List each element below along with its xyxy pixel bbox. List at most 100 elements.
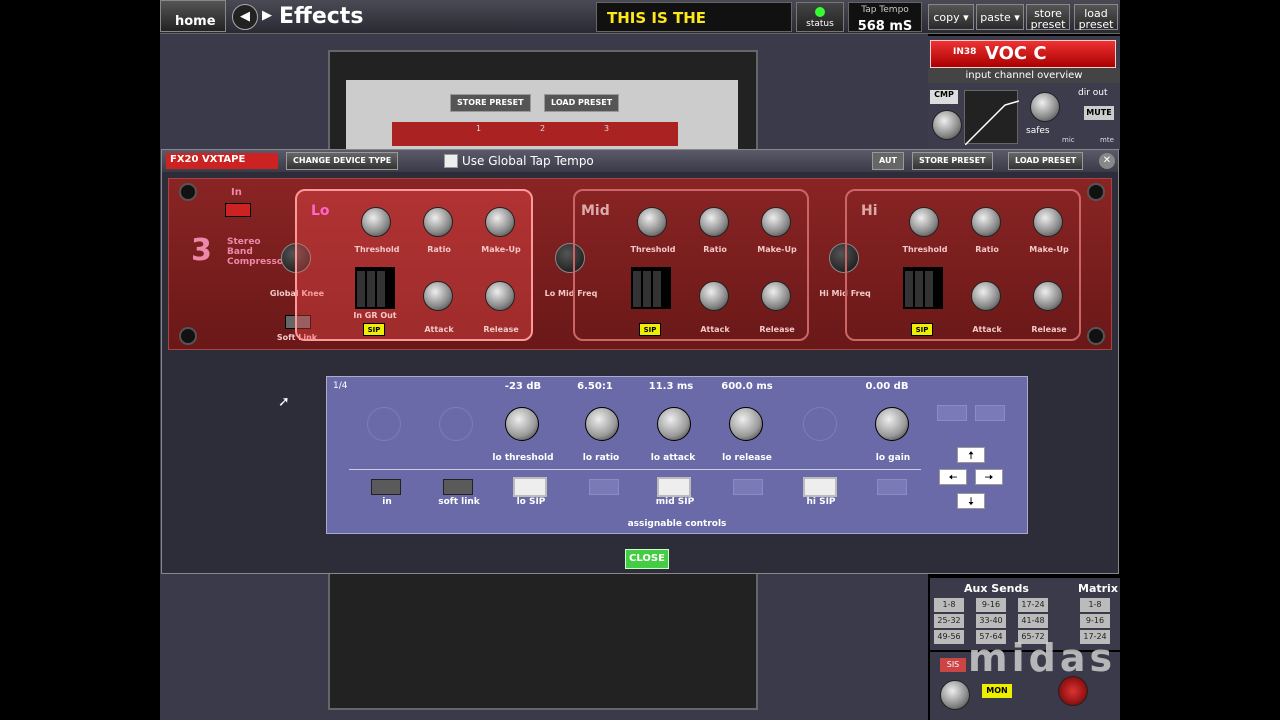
aut-button[interactable]: AUT bbox=[872, 152, 904, 170]
mute-button[interactable]: MUTE bbox=[1084, 106, 1114, 120]
gain-knob[interactable] bbox=[940, 680, 970, 710]
ratio-label: Ratio bbox=[975, 245, 999, 254]
meter-label: In GR Out bbox=[353, 311, 397, 320]
aux-send-1-8[interactable]: 1-8 bbox=[934, 598, 964, 612]
aux-send-9-16[interactable]: 9-16 bbox=[976, 598, 1006, 612]
right-arrow-icon[interactable]: 🠆 bbox=[975, 469, 1003, 485]
status-button[interactable]: status bbox=[796, 2, 844, 32]
aux-send-49-56[interactable]: 49-56 bbox=[934, 630, 964, 644]
load-preset-button[interactable]: load preset bbox=[1074, 4, 1118, 30]
mte-safe-label[interactable]: mte bbox=[1100, 136, 1114, 144]
aux-send-17-24[interactable]: 17-24 bbox=[1018, 598, 1048, 612]
mid-makeup-knob[interactable] bbox=[761, 207, 791, 237]
close-button[interactable]: CLOSE bbox=[625, 549, 669, 569]
lo-attack-knob[interactable] bbox=[423, 281, 453, 311]
mid-threshold-knob[interactable] bbox=[637, 207, 667, 237]
mid-release-knob[interactable] bbox=[761, 281, 791, 311]
lo-release-value: 600.0 ms bbox=[721, 381, 773, 392]
in-toggle[interactable] bbox=[371, 479, 401, 495]
lo-gain-label: lo gain bbox=[875, 453, 911, 463]
page-indicator: 1/4 bbox=[333, 381, 348, 391]
mic-safe-label[interactable]: mic bbox=[1062, 136, 1075, 144]
lo-makeup-knob[interactable] bbox=[485, 207, 515, 237]
hi-sip-label: hi SIP bbox=[806, 497, 836, 507]
compressor-graph bbox=[964, 90, 1020, 146]
lo-sip-toggle[interactable] bbox=[513, 477, 547, 497]
lo-sip-button[interactable]: SIP bbox=[363, 323, 385, 336]
matrix-1-8[interactable]: 1-8 bbox=[1080, 598, 1110, 612]
dir-out-knob[interactable] bbox=[1030, 92, 1060, 122]
mid-sip-button[interactable]: SIP bbox=[639, 323, 661, 336]
global-tap-checkbox[interactable] bbox=[444, 154, 458, 168]
sis-button[interactable]: SIS bbox=[940, 658, 966, 672]
rack-slots: 1 2 3 bbox=[392, 122, 678, 146]
copy-button[interactable]: copy ▾ bbox=[928, 4, 974, 30]
in-button[interactable] bbox=[225, 203, 251, 217]
fx-store-preset-button[interactable]: STORE PRESET bbox=[912, 152, 993, 170]
lo-attack-knob[interactable] bbox=[657, 407, 691, 441]
channel-name-strip[interactable]: IN38 VOC C bbox=[930, 40, 1116, 68]
rack-load-preset-button[interactable]: LOAD PRESET bbox=[544, 94, 620, 112]
rack-slot-2[interactable]: 2 bbox=[540, 124, 545, 133]
hi-makeup-knob[interactable] bbox=[1033, 207, 1063, 237]
empty-button bbox=[589, 479, 619, 495]
mid-attack-knob[interactable] bbox=[699, 281, 729, 311]
cmp-button[interactable]: CMP bbox=[930, 90, 958, 104]
ratio-label: Ratio bbox=[427, 245, 451, 254]
rack-store-preset-button[interactable]: STORE PRESET bbox=[450, 94, 531, 112]
matrix-9-16[interactable]: 9-16 bbox=[1080, 614, 1110, 628]
fx-name[interactable]: FX20 VXTAPE bbox=[166, 153, 278, 169]
aux-send-33-40[interactable]: 33-40 bbox=[976, 614, 1006, 628]
soft-link-toggle[interactable] bbox=[443, 479, 473, 495]
page-title: Effects bbox=[279, 4, 364, 29]
aux-send-25-32[interactable]: 25-32 bbox=[934, 614, 964, 628]
mon-button[interactable]: MON bbox=[982, 684, 1012, 698]
hi-release-knob[interactable] bbox=[1033, 281, 1063, 311]
lo-release-knob[interactable] bbox=[729, 407, 763, 441]
aux-send-41-48[interactable]: 41-48 bbox=[1018, 614, 1048, 628]
mouse-cursor-icon: ➚ bbox=[278, 394, 290, 410]
lo-threshold-value: -23 dB bbox=[504, 381, 542, 392]
hi-attack-knob[interactable] bbox=[971, 281, 1001, 311]
hi-sip-button[interactable]: SIP bbox=[911, 323, 933, 336]
lo-ratio-value: 6.50:1 bbox=[577, 381, 613, 392]
rack-slot-3[interactable]: 3 bbox=[604, 124, 609, 133]
lo-release-knob[interactable] bbox=[485, 281, 515, 311]
tap-tempo-display[interactable]: Tap Tempo 568 mS bbox=[848, 2, 922, 34]
home-button[interactable]: home bbox=[160, 0, 226, 32]
dir-out-label: dir out bbox=[1078, 88, 1108, 98]
fx-load-preset-button[interactable]: LOAD PRESET bbox=[1008, 152, 1084, 170]
lo-threshold-knob[interactable] bbox=[361, 207, 391, 237]
lo-ratio-knob[interactable] bbox=[585, 407, 619, 441]
change-device-type-button[interactable]: CHANGE DEVICE TYPE bbox=[286, 152, 399, 170]
lo-ratio-knob[interactable] bbox=[423, 207, 453, 237]
threshold-label: Threshold bbox=[630, 245, 676, 254]
screw-icon bbox=[1087, 327, 1105, 345]
level-knob[interactable] bbox=[1058, 676, 1088, 706]
empty-button bbox=[975, 405, 1005, 421]
global-tap-label: Use Global Tap Tempo bbox=[462, 154, 594, 168]
divider bbox=[349, 469, 921, 470]
paste-button[interactable]: paste ▾ bbox=[976, 4, 1024, 30]
threshold-label: Threshold bbox=[902, 245, 948, 254]
hi-ratio-knob[interactable] bbox=[971, 207, 1001, 237]
close-icon[interactable]: ✕ bbox=[1099, 153, 1115, 169]
channel-overview-label: input channel overview bbox=[928, 68, 1120, 83]
release-label: Release bbox=[483, 325, 519, 334]
left-arrow-icon[interactable]: 🠄 bbox=[939, 469, 967, 485]
lo-threshold-label: lo threshold bbox=[492, 453, 554, 463]
mid-band: Mid Threshold Ratio Make-Up SIP Attack R… bbox=[573, 189, 809, 341]
lo-gain-knob[interactable] bbox=[875, 407, 909, 441]
store-preset-button[interactable]: store preset bbox=[1026, 4, 1070, 30]
up-arrow-icon[interactable]: 🠅 bbox=[957, 447, 985, 463]
down-arrow-icon[interactable]: 🠇 bbox=[957, 493, 985, 509]
hi-sip-toggle[interactable] bbox=[803, 477, 837, 497]
mid-sip-toggle[interactable] bbox=[657, 477, 691, 497]
hi-threshold-knob[interactable] bbox=[909, 207, 939, 237]
mid-ratio-knob[interactable] bbox=[699, 207, 729, 237]
forward-button[interactable]: ▶ bbox=[254, 4, 280, 30]
cmp-knob[interactable] bbox=[932, 110, 962, 140]
empty-button bbox=[877, 479, 907, 495]
rack-slot-1[interactable]: 1 bbox=[476, 124, 481, 133]
lo-threshold-knob[interactable] bbox=[505, 407, 539, 441]
